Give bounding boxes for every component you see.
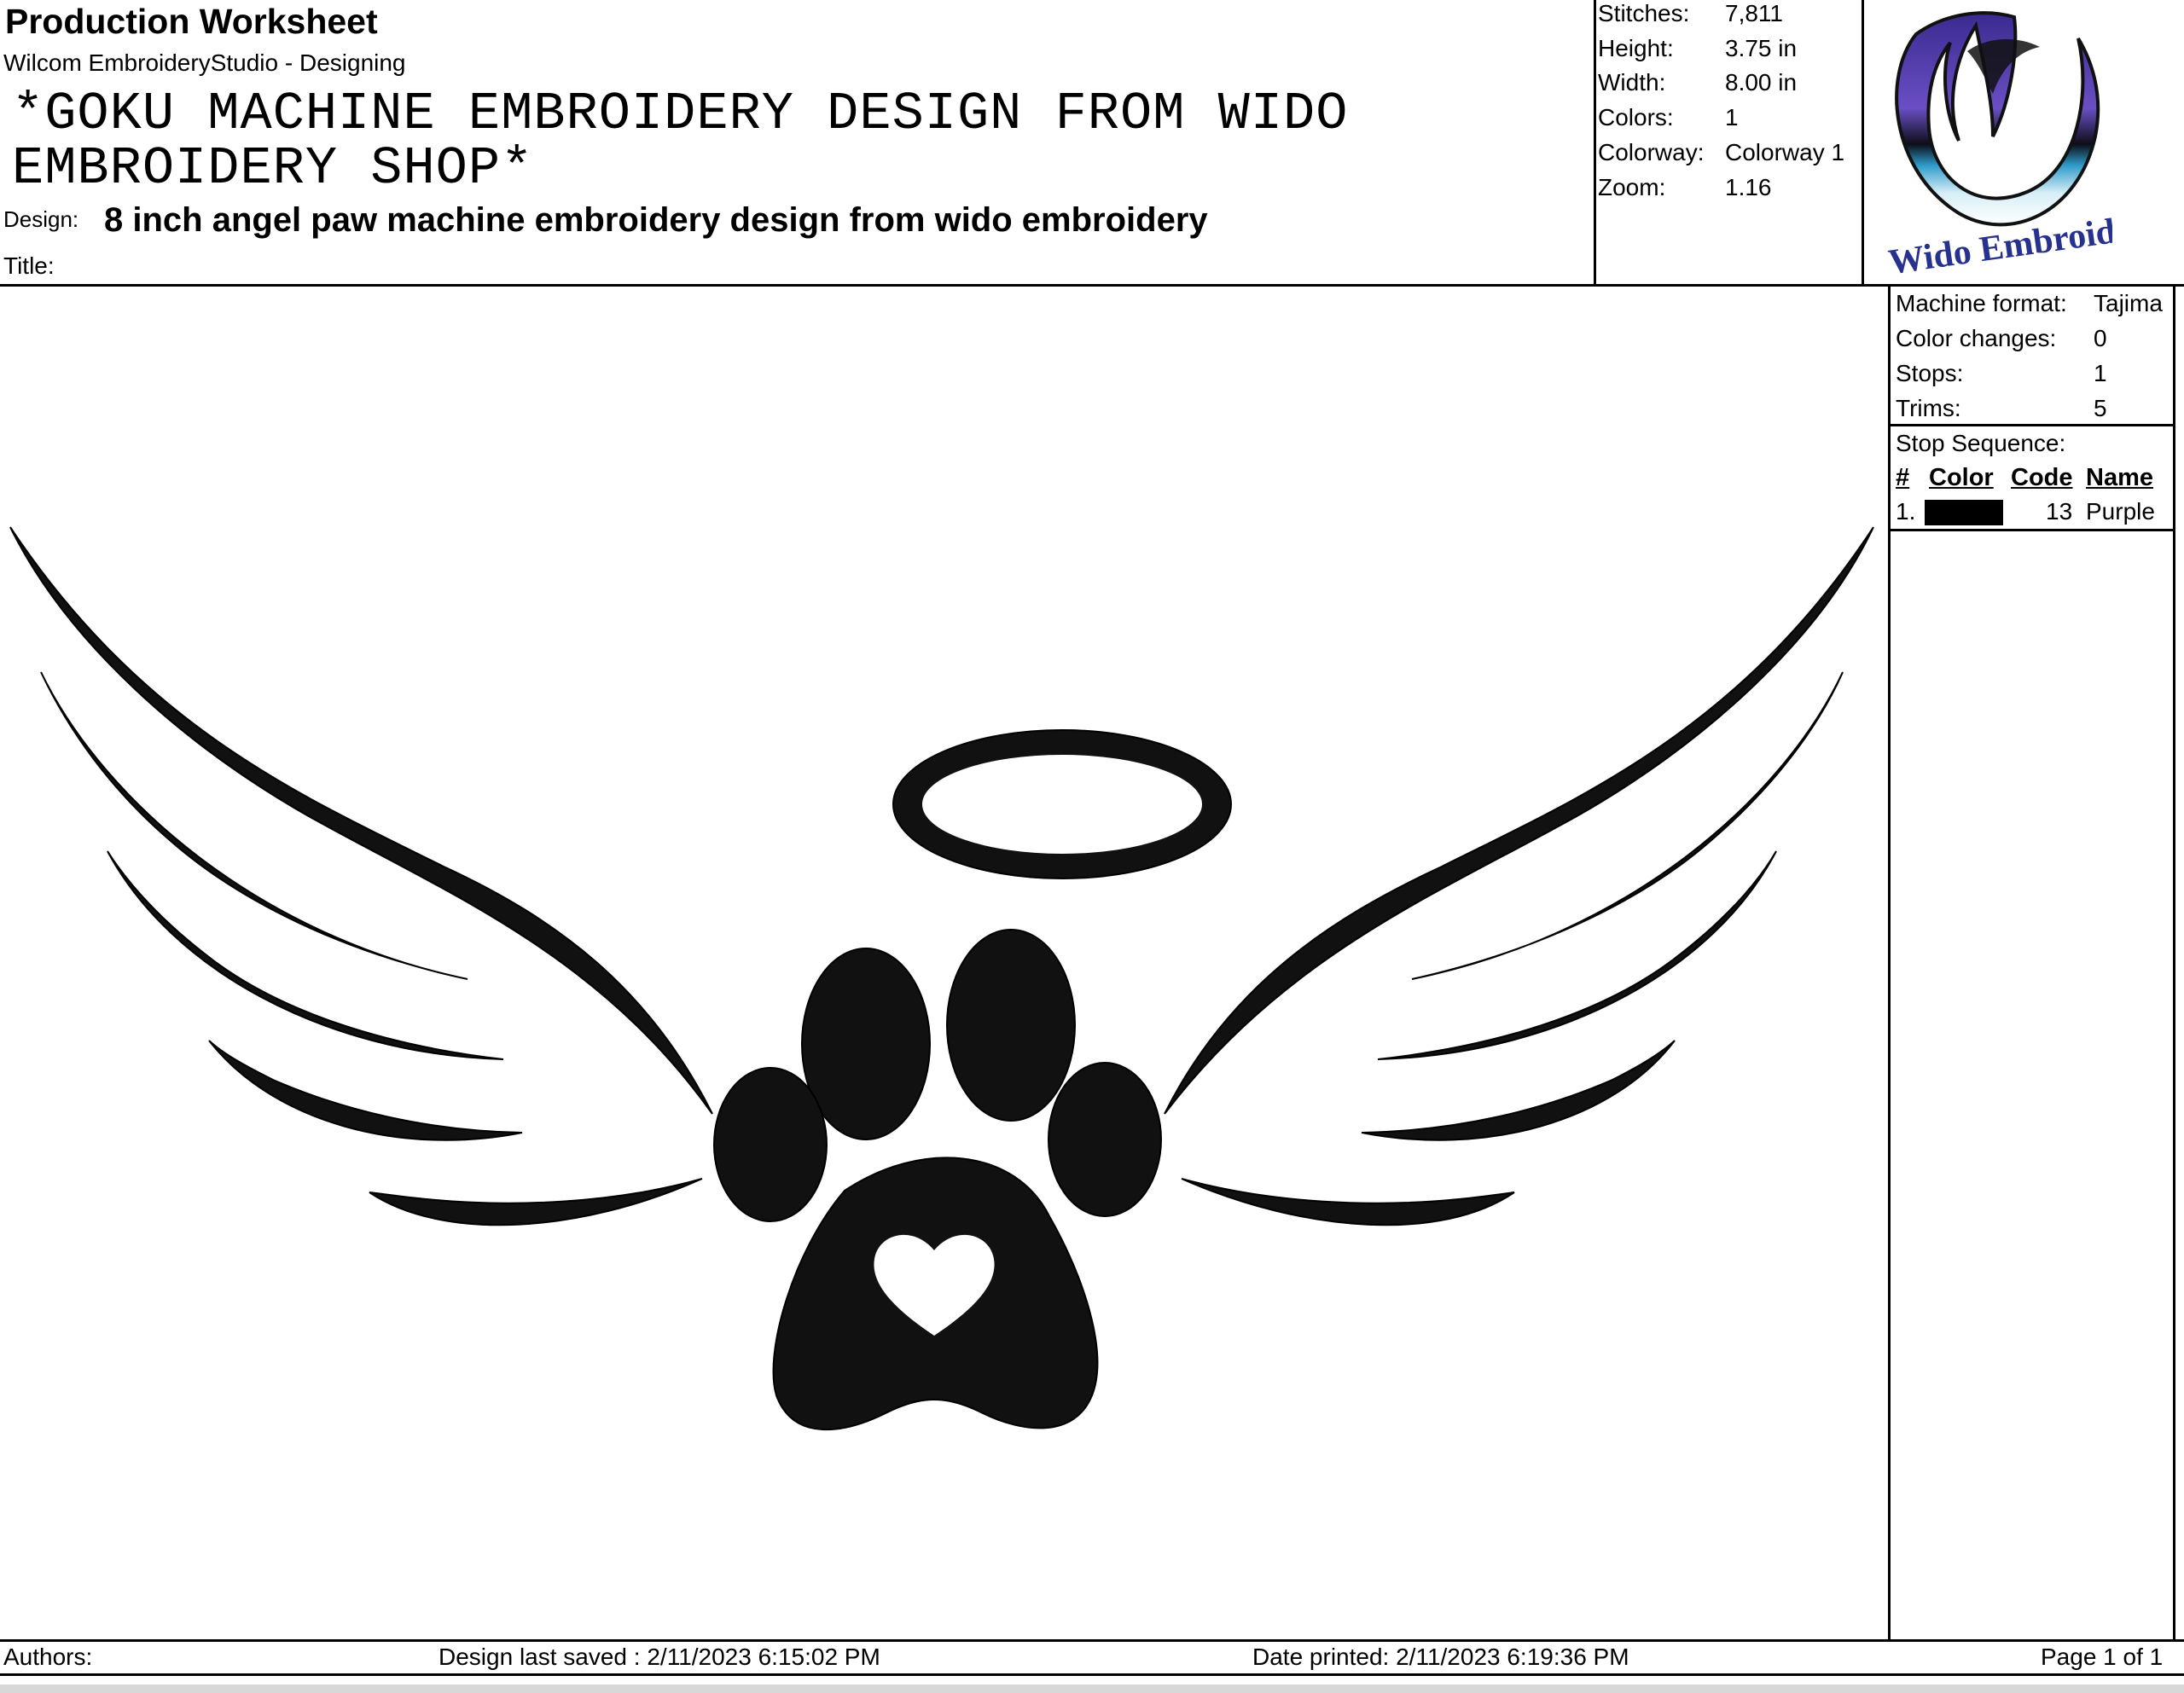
zoom-value: 1.16	[1725, 174, 1772, 200]
machine-format-label: Machine format:	[1896, 290, 2067, 316]
right-wing-feather-2	[1411, 671, 1844, 980]
color-changes-label: Color changes:	[1896, 325, 2057, 351]
authors-label: Authors:	[3, 1644, 93, 1670]
sidebar-divider	[1888, 284, 1891, 1642]
page-title: Production Worksheet	[5, 2, 378, 41]
stitches-value: 7,811	[1725, 0, 1783, 26]
stop-sequence-title: Stop Sequence:	[1896, 430, 2066, 456]
width-label: Width:	[1598, 69, 1666, 96]
trims-value: 5	[2094, 395, 2107, 421]
col-num: #	[1896, 464, 1910, 491]
paw-toe-2	[946, 929, 1076, 1122]
color-changes-value: 0	[2094, 325, 2107, 351]
col-name: Name	[2086, 464, 2153, 491]
stop-table-divider	[1888, 529, 2175, 531]
stats-divider-right	[1862, 0, 1864, 286]
paw-toe-4	[1048, 1062, 1162, 1217]
col-code: Code	[2011, 464, 2073, 491]
right-wing-feather-5	[1181, 1178, 1515, 1226]
footer-bottom-border	[0, 1673, 2184, 1676]
design-preview	[0, 287, 1885, 1638]
stitches-label: Stitches:	[1598, 0, 1690, 26]
software-subtitle: Wilcom EmbroideryStudio - Designing	[3, 49, 406, 76]
stop-sequence-divider	[1888, 424, 2175, 426]
title-label: Title:	[3, 252, 55, 279]
left-wing-feather-5	[369, 1178, 703, 1226]
sidebar-right-border	[2173, 284, 2175, 1642]
right-wing-feather-1	[1164, 526, 1874, 1115]
left-wing-feather-2	[40, 671, 468, 980]
machine-format-value: Tajima	[2094, 290, 2163, 316]
colorway-value: Colorway 1	[1725, 139, 1845, 165]
height-label: Height:	[1598, 35, 1674, 61]
colorway-label: Colorway:	[1598, 139, 1705, 165]
paw-toe-3	[713, 1067, 828, 1222]
design-description: *GOKU MACHINE EMBROIDERY DESIGN FROM WID…	[12, 84, 1349, 199]
row-name: Purple	[2086, 498, 2155, 525]
footer-divider	[0, 1639, 2184, 1642]
row-number: 1.	[1896, 498, 1916, 525]
row-code: 13	[2046, 498, 2073, 525]
stats-divider-left	[1594, 0, 1596, 286]
wido-logo-icon: Wido Embroidery	[1865, 0, 2167, 285]
width-value: 8.00 in	[1725, 69, 1798, 96]
col-color: Color	[1929, 464, 1994, 491]
height-value: 3.75 in	[1725, 35, 1798, 61]
date-printed: Date printed: 2/11/2023 6:19:36 PM	[1252, 1644, 1629, 1670]
stops-label: Stops:	[1896, 360, 1964, 386]
design-name: 8 inch angel paw machine embroidery desi…	[104, 201, 1208, 239]
halo-inner	[922, 755, 1202, 854]
design-saved: Design last saved : 2/11/2023 6:15:02 PM	[439, 1644, 880, 1670]
left-wing-feather-1	[9, 526, 713, 1115]
color-swatch	[1925, 500, 2003, 525]
design-label: Design:	[3, 206, 79, 232]
angel-paw-wings-icon	[9, 526, 1874, 1430]
page-bottom-shade	[0, 1684, 2184, 1693]
page-number: Page 1 of 1	[2041, 1644, 2164, 1670]
colors-value: 1	[1725, 104, 1739, 130]
colors-label: Colors:	[1598, 104, 1674, 130]
stops-value: 1	[2094, 360, 2107, 386]
trims-label: Trims:	[1896, 395, 1961, 421]
zoom-label: Zoom:	[1598, 174, 1666, 200]
